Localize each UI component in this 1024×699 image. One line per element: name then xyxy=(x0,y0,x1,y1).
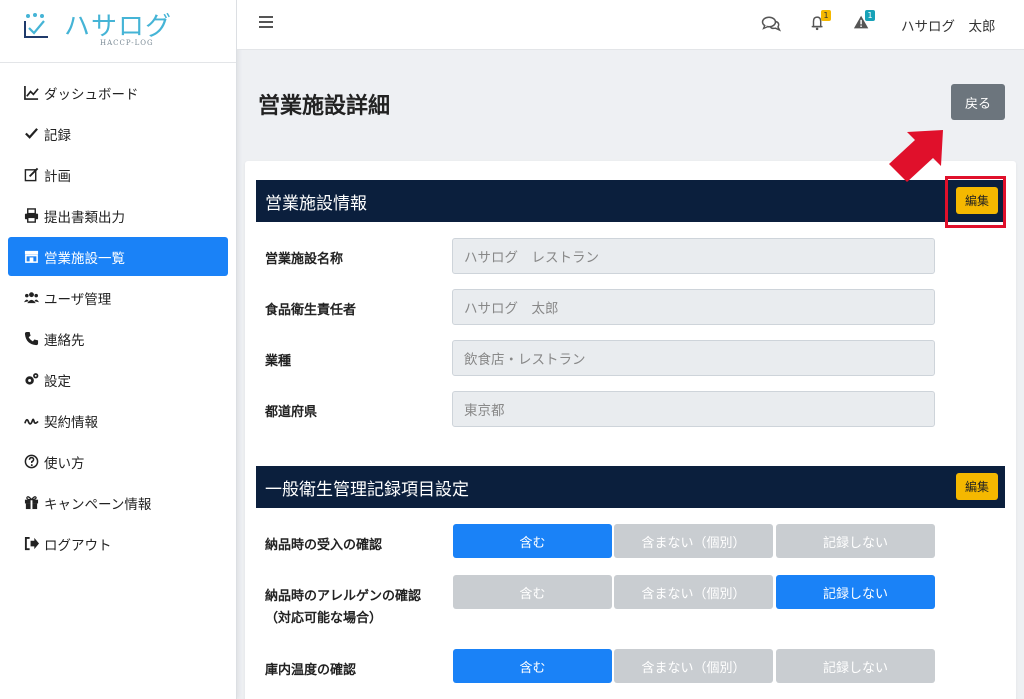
page-title: 営業施設詳細 xyxy=(258,94,391,119)
fridge-temp-norecord-button[interactable]: 記録しない xyxy=(776,649,935,683)
sidebar-item-label: 営業施設一覧 xyxy=(44,250,125,267)
phone-icon xyxy=(22,330,40,348)
delivery-check-exclude-button[interactable]: 含まない（個別） xyxy=(614,524,773,558)
sidebar-item-label: 設定 xyxy=(44,373,71,390)
sidebar: ハサログ HACCP-LOG ダッシュボード 記録 計画 提出書類出力 営業施設… xyxy=(0,0,237,699)
gears-icon xyxy=(22,371,40,389)
fridge-temp-exclude-button[interactable]: 含まない（個別） xyxy=(614,649,773,683)
sidebar-item-label: ログアウト xyxy=(44,537,112,554)
sidebar-item-label: 契約情報 xyxy=(44,414,98,431)
users-icon xyxy=(22,289,40,307)
sidebar-item-campaign[interactable]: キャンペーン情報 xyxy=(8,483,228,522)
facility-info-header: 営業施設情報 xyxy=(256,180,1005,222)
brand-sub: HACCP-LOG xyxy=(100,39,154,47)
sidebar-item-settings[interactable]: 設定 xyxy=(8,360,228,399)
chat-icon[interactable] xyxy=(761,14,782,34)
sidebar-item-logout[interactable]: ログアウト xyxy=(8,524,228,563)
allergen-check-norecord-button[interactable]: 記録しない xyxy=(776,575,935,609)
alerts-badge: 1 xyxy=(865,10,875,21)
row-label-delivery-check: 納品時の受入の確認 xyxy=(265,538,383,553)
sidebar-item-contacts[interactable]: 連絡先 xyxy=(8,319,228,358)
brand-name: ハサログ xyxy=(64,12,173,42)
sidebar-item-export[interactable]: 提出書類出力 xyxy=(8,196,228,235)
user-menu[interactable]: ハサログ 太郎 xyxy=(901,15,996,35)
sidebar-item-label: ダッシュボード xyxy=(44,86,139,103)
warning-icon[interactable]: 1 xyxy=(853,10,875,34)
gift-icon xyxy=(22,494,40,512)
pointer-arrow-icon xyxy=(889,130,943,182)
business-type-field[interactable] xyxy=(452,340,935,376)
delivery-check-include-button[interactable]: 含む xyxy=(453,524,612,558)
delivery-check-norecord-button[interactable]: 記録しない xyxy=(776,524,935,558)
field-label-prefecture: 都道府県 xyxy=(265,405,318,420)
allergen-check-exclude-button[interactable]: 含まない（個別） xyxy=(614,575,773,609)
row-label-fridge-temp: 庫内温度の確認 xyxy=(265,663,357,678)
back-button[interactable]: 戻る xyxy=(951,84,1005,120)
field-label-business-type: 業種 xyxy=(265,354,292,369)
food-manager-field[interactable] xyxy=(452,289,935,325)
sidebar-item-records[interactable]: 記録 xyxy=(8,114,228,153)
notifications-badge: 1 xyxy=(821,10,831,21)
sidebar-item-label: 連絡先 xyxy=(44,332,85,349)
edit-icon xyxy=(22,166,40,184)
check-icon xyxy=(22,125,40,143)
field-label-food-manager: 食品衛生責任者 xyxy=(265,303,357,318)
bell-icon[interactable]: 1 xyxy=(809,10,831,34)
sidebar-item-facilities[interactable]: 営業施設一覧 xyxy=(8,237,228,276)
sidebar-item-label: 計画 xyxy=(44,168,71,185)
question-circle-icon xyxy=(22,453,40,471)
sidebar-item-plan[interactable]: 計画 xyxy=(8,155,228,194)
chart-line-icon xyxy=(22,84,40,102)
sign-out-icon xyxy=(22,535,40,553)
sidebar-item-users[interactable]: ユーザ管理 xyxy=(8,278,228,317)
print-icon xyxy=(22,207,40,225)
highlight-box xyxy=(945,176,1006,228)
row-label-allergen-check-note: （対応可能な場合） xyxy=(265,611,383,626)
sidebar-nav: ダッシュボード 記録 計画 提出書類出力 営業施設一覧 ユーザ管理 連絡先 設定… xyxy=(0,63,236,563)
facility-name-field[interactable] xyxy=(452,238,935,274)
logo-check-icon xyxy=(24,13,48,38)
section-title: 営業施設情報 xyxy=(265,193,367,214)
sidebar-item-label: 使い方 xyxy=(44,455,85,472)
hygiene-settings-header: 一般衛生管理記録項目設定 xyxy=(256,466,1005,508)
brand-logo[interactable]: ハサログ HACCP-LOG xyxy=(0,0,236,63)
topbar: 1 1 ハサログ 太郎 xyxy=(237,0,1024,50)
field-label-facility-name: 営業施設名称 xyxy=(265,252,344,267)
sidebar-item-dashboard[interactable]: ダッシュボード xyxy=(8,73,228,112)
row-label-allergen-check: 納品時のアレルゲンの確認 xyxy=(265,589,422,604)
hygiene-edit-button[interactable]: 編集 xyxy=(956,473,998,500)
fridge-temp-include-button[interactable]: 含む xyxy=(453,649,612,683)
prefecture-field[interactable] xyxy=(452,391,935,427)
allergen-check-include-button[interactable]: 含む xyxy=(453,575,612,609)
sidebar-item-label: キャンペーン情報 xyxy=(44,496,152,513)
sidebar-item-label: 記録 xyxy=(44,127,71,144)
section-title: 一般衛生管理記録項目設定 xyxy=(265,479,469,500)
hamburger-menu-icon[interactable] xyxy=(259,16,273,30)
sidebar-item-contract[interactable]: 契約情報 xyxy=(8,401,228,440)
sidebar-item-label: 提出書類出力 xyxy=(44,209,125,226)
store-icon xyxy=(22,248,40,266)
sidebar-item-label: ユーザ管理 xyxy=(44,291,112,308)
signature-icon xyxy=(22,412,40,430)
sidebar-item-howto[interactable]: 使い方 xyxy=(8,442,228,481)
